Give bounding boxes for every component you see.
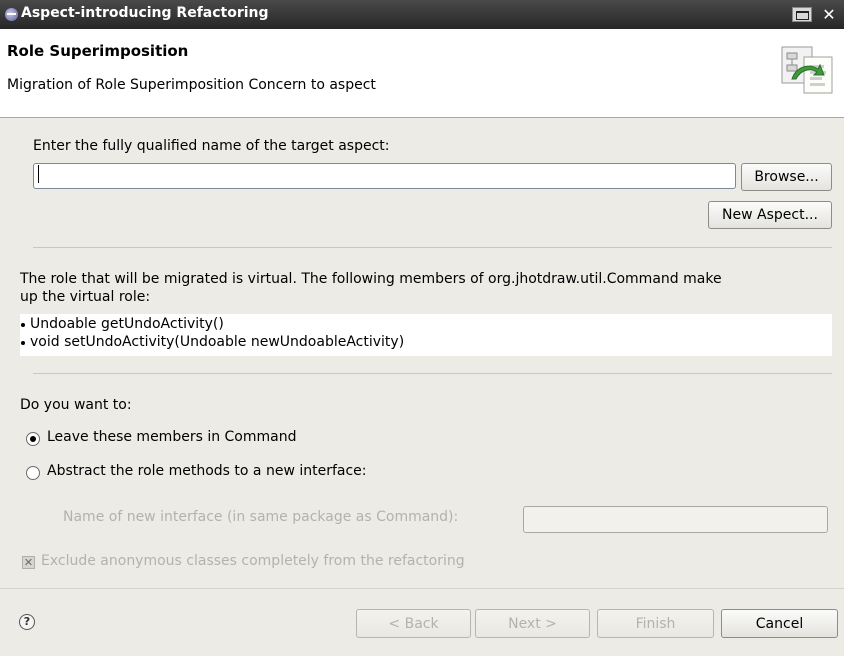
separator [33,373,832,374]
interface-name-input[interactable] [523,506,828,533]
back-button[interactable]: < Back [356,609,471,638]
footer-separator [0,588,844,589]
refactoring-wizard-banner-icon [781,46,833,94]
browse-button[interactable]: Browse... [741,163,832,191]
member-signature: void setUndoActivity(Undoable newUndoabl… [30,334,405,350]
window-title: Aspect-introducing Refactoring [21,5,269,21]
next-button[interactable]: Next > [475,609,590,638]
target-aspect-label: Enter the fully qualified name of the ta… [33,138,390,154]
wizard-header: Role Superimposition Migration of Role S… [0,29,844,118]
abstract-interface-label[interactable]: Abstract the role methods to a new inter… [47,463,367,479]
role-description-line1: The role that will be migrated is virtua… [20,271,722,287]
exclude-anonymous-checkbox[interactable]: ✕ [22,556,35,569]
new-aspect-button[interactable]: New Aspect... [708,201,832,229]
bullet-icon [21,341,25,345]
close-button[interactable]: ✕ [816,4,842,26]
target-aspect-input[interactable] [33,163,736,189]
separator [33,247,832,248]
wizard-content: Enter the fully qualified name of the ta… [0,118,844,588]
wizard-dialog: Aspect-introducing Refactoring ✕ Role Su… [0,0,844,656]
eclipse-icon [5,8,18,21]
cancel-button[interactable]: Cancel [721,609,838,638]
page-title: Role Superimposition [7,42,189,60]
leave-members-label[interactable]: Leave these members in Command [47,429,296,445]
role-description-line2: up the virtual role: [20,289,151,305]
help-icon[interactable]: ? [19,614,35,630]
virtual-role-member-list: Undoable getUndoActivity() void setUndoA… [20,314,832,356]
finish-button[interactable]: Finish [597,609,714,638]
leave-members-radio[interactable] [26,432,40,446]
interface-name-label: Name of new interface (in same package a… [63,509,459,525]
options-question: Do you want to: [20,397,132,413]
maximize-button[interactable] [792,7,812,22]
bullet-icon [21,323,25,327]
abstract-interface-radio[interactable] [26,466,40,480]
text-caret [38,165,39,183]
member-signature: Undoable getUndoActivity() [30,316,224,332]
title-bar: Aspect-introducing Refactoring ✕ [0,0,844,29]
page-description: Migration of Role Superimposition Concer… [7,77,376,93]
exclude-anonymous-label: Exclude anonymous classes completely fro… [41,553,465,569]
